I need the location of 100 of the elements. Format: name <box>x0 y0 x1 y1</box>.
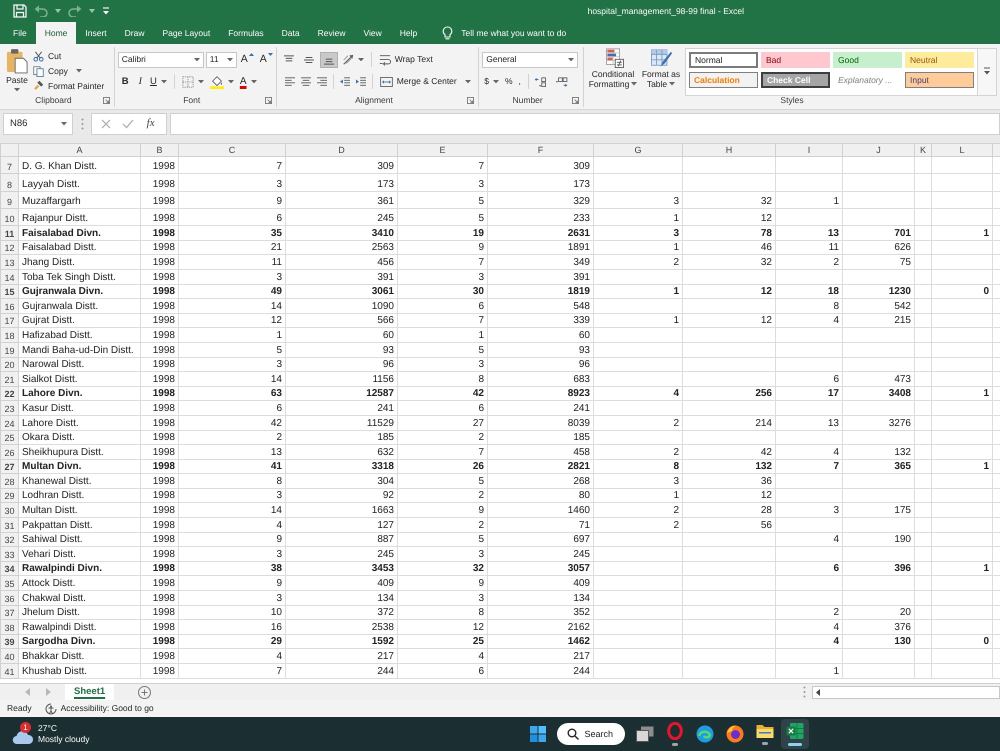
caret-icon[interactable] <box>89 9 95 13</box>
menu-tab[interactable]: Formulas <box>219 22 273 44</box>
count-value: 214 <box>755 418 772 428</box>
sheet-tab[interactable]: Sheet1 <box>65 684 114 700</box>
fill-color-button[interactable] <box>208 74 236 90</box>
increase-font-size-button[interactable]: A <box>238 52 256 68</box>
insert-function-button[interactable]: fx <box>144 117 157 131</box>
count-value: 12 <box>472 622 484 633</box>
tell-me-field[interactable]: Tell me what you want to do <box>461 28 580 38</box>
count-value: 2 <box>478 520 484 531</box>
count-value: 27 <box>472 418 484 428</box>
cell-style-option[interactable]: Good <box>833 52 902 68</box>
align-left-icon[interactable] <box>284 76 296 86</box>
cell-style-option[interactable]: Neutral <box>905 52 974 68</box>
decrease-indent-icon[interactable] <box>338 76 351 86</box>
drag-handle-icon[interactable] <box>81 118 84 130</box>
count-value: 3 <box>673 476 679 487</box>
row-number: 41 <box>0 664 18 678</box>
horizontal-scrollbar[interactable] <box>812 686 1000 698</box>
cloud-icon[interactable] <box>12 729 34 745</box>
increase-decimal-icon[interactable] <box>534 76 547 86</box>
cell-style-option[interactable]: Input <box>905 72 974 88</box>
formula-input[interactable] <box>170 113 1000 135</box>
down-caret-icon <box>268 52 273 56</box>
menu-tab[interactable]: Draw <box>116 22 154 44</box>
cell-style-option[interactable]: Explanatory ... <box>833 72 902 88</box>
bold-button[interactable]: B <box>118 74 133 90</box>
save-icon[interactable] <box>13 4 27 18</box>
count-value: 245 <box>377 213 394 224</box>
percent-button[interactable]: % <box>502 74 515 90</box>
count-value: 41 <box>270 461 282 472</box>
column-header: F <box>488 144 594 156</box>
vertical-align-button[interactable] <box>320 52 338 68</box>
decrease-decimal-icon[interactable] <box>554 76 568 86</box>
row-number: 29 <box>0 488 18 503</box>
caret-icon <box>76 69 82 73</box>
format-painter-button[interactable]: Format Painter <box>31 78 106 94</box>
dialog-launcher-icon[interactable] <box>467 96 474 104</box>
count-value: 25 <box>472 636 484 648</box>
name-box[interactable]: N86 <box>3 113 73 135</box>
count-value: 7 <box>478 315 484 326</box>
font-size-field[interactable]: 11 <box>206 52 237 68</box>
year-value: 1998 <box>152 548 175 560</box>
font-name-field[interactable]: Calibri <box>118 52 204 68</box>
count-value: 3 <box>833 505 839 516</box>
cell-style-option[interactable]: Bad <box>761 52 830 68</box>
scroll-left-icon[interactable] <box>816 688 820 696</box>
count-value: 626 <box>894 242 911 254</box>
dialog-launcher-icon[interactable] <box>102 96 110 104</box>
cut-button[interactable]: Cut <box>31 49 106 64</box>
start-icon[interactable] <box>530 726 546 742</box>
menu-tab[interactable]: View <box>354 22 391 44</box>
count-value: 21 <box>270 242 282 254</box>
menu-tab[interactable]: Page Layout <box>154 22 220 44</box>
count-value: 256 <box>755 388 772 400</box>
menu-tab[interactable]: File <box>4 22 36 44</box>
currency-button[interactable]: $ <box>482 74 501 90</box>
borders-button[interactable] <box>180 74 206 90</box>
number-format-field[interactable]: General <box>482 52 578 68</box>
decrease-font-size-button[interactable]: A <box>258 52 275 68</box>
wrap-text-button[interactable]: Wrap Text <box>376 52 435 68</box>
count-value: 42 <box>270 418 282 428</box>
caret-icon[interactable] <box>55 9 61 13</box>
underline-button[interactable]: U <box>148 74 169 90</box>
region-name: Pakpattan Distt. <box>22 520 93 531</box>
menu-tab[interactable]: Data <box>272 22 309 44</box>
menu-tab[interactable]: Home <box>36 22 76 44</box>
format-as-table-button[interactable]: Format as Table <box>639 47 683 90</box>
copy-button[interactable]: Copy <box>31 64 106 78</box>
add-sheet-icon[interactable] <box>138 686 152 698</box>
checkmark-icon[interactable] <box>122 119 134 129</box>
column-header: J <box>842 144 914 156</box>
customize-icon[interactable] <box>102 7 110 15</box>
increase-indent-icon[interactable] <box>354 76 367 86</box>
count-value: 190 <box>894 534 911 546</box>
align-center-icon[interactable] <box>300 76 312 86</box>
count-value: 456 <box>377 256 394 268</box>
count-value: 11 <box>272 256 282 268</box>
menu-tab[interactable]: Review <box>308 22 355 44</box>
scissors-icon <box>33 50 44 62</box>
row-number: 19 <box>0 342 18 358</box>
taskbar-button[interactable] <box>780 719 808 749</box>
italic-button[interactable]: I <box>134 74 146 90</box>
conditional-formatting-button[interactable]: Conditional Formatting <box>587 47 639 90</box>
cell-style-option[interactable]: Normal <box>689 52 758 68</box>
menu-tab[interactable]: Help <box>390 22 426 44</box>
align-right-icon[interactable] <box>316 76 328 86</box>
year-value: 1998 <box>152 461 175 472</box>
font-color-button[interactable]: A <box>238 74 258 90</box>
dialog-launcher-icon[interactable] <box>572 96 579 104</box>
dialog-launcher-icon[interactable] <box>264 96 272 104</box>
task-view-icon <box>636 726 654 742</box>
count-value: 93 <box>578 344 590 356</box>
drag-handle-icon[interactable] <box>803 686 806 698</box>
count-value: 304 <box>377 476 394 487</box>
comma-style-button[interactable]: , <box>516 74 523 90</box>
search-button[interactable]: Search <box>556 723 624 745</box>
menu-tab[interactable]: Insert <box>76 22 116 44</box>
paste-button[interactable]: Paste <box>3 47 31 93</box>
merge-center-button[interactable]: Merge & Center <box>378 74 473 90</box>
